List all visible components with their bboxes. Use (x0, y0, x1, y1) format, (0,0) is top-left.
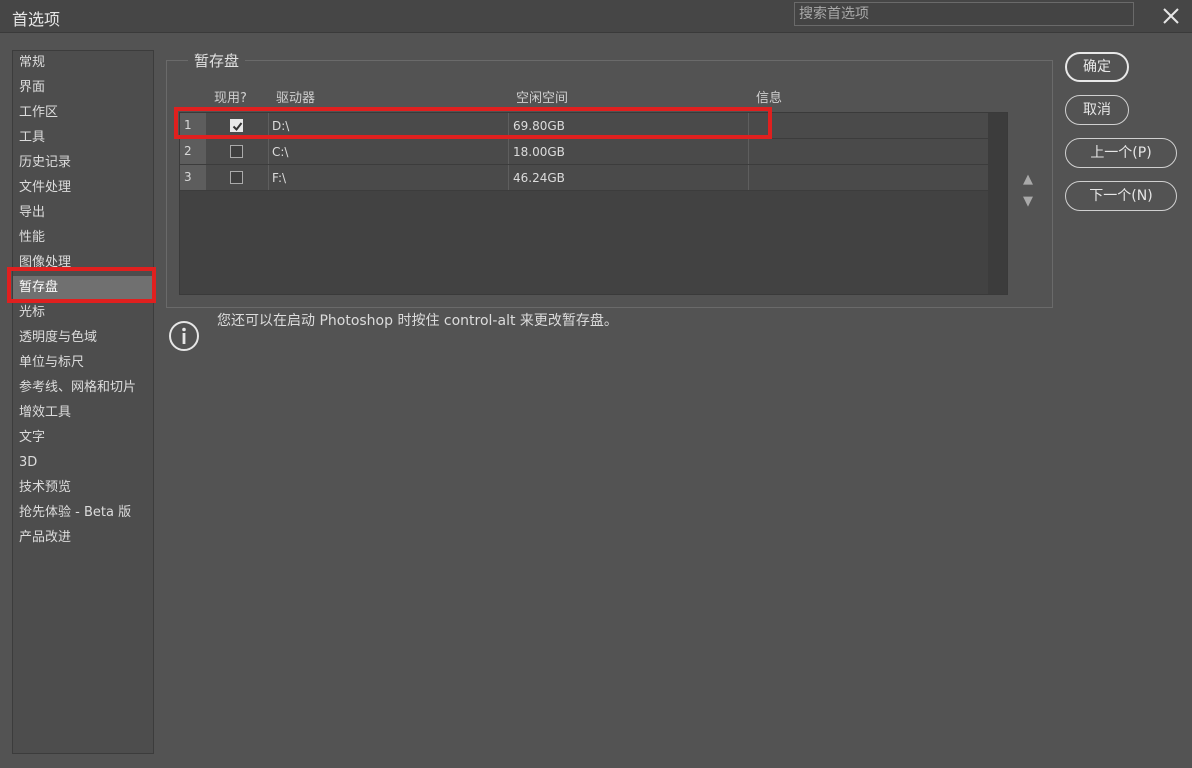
row-index: 3 (180, 165, 206, 190)
column-header-active: 现用? (214, 91, 247, 106)
sidebar-item-guides-grid[interactable]: 参考线、网格和切片 (13, 376, 153, 400)
scratch-disks-table: 1 D:\ 69.80GB 2 C:\ 18.00GB 3 F:\ 46.24G… (179, 112, 1008, 295)
sidebar-item-performance[interactable]: 性能 (13, 226, 153, 250)
drive-cell: F:\ (272, 171, 287, 185)
sidebar-item-scratch-disks[interactable]: 暂存盘 (13, 276, 153, 300)
cell-divider (268, 113, 269, 138)
column-header-drive: 驱动器 (276, 91, 316, 106)
next-button[interactable]: 下一个(N) (1065, 181, 1177, 211)
close-button[interactable] (1158, 3, 1184, 29)
free-space-cell: 69.80GB (513, 119, 565, 133)
column-header-info: 信息 (756, 91, 783, 106)
sidebar-item-general[interactable]: 常规 (13, 51, 153, 75)
row-index: 2 (180, 139, 206, 164)
cell-divider (748, 139, 749, 164)
sidebar-item-workspace[interactable]: 工作区 (13, 101, 153, 125)
active-checkbox[interactable] (230, 119, 243, 132)
sidebar-item-tech-preview[interactable]: 技术预览 (13, 476, 153, 500)
table-row[interactable]: 1 D:\ 69.80GB (180, 113, 988, 139)
free-space-cell: 46.24GB (513, 171, 565, 185)
sidebar-item-export[interactable]: 导出 (13, 201, 153, 225)
window-title: 首选项 (12, 10, 61, 29)
prev-button[interactable]: 上一个(P) (1065, 138, 1177, 168)
drive-cell: C:\ (272, 145, 289, 159)
scratch-disks-title: 暂存盘 (188, 50, 246, 71)
cell-divider (508, 113, 509, 138)
sidebar-item-image-processing[interactable]: 图像处理 (13, 251, 153, 275)
sidebar-item-beta[interactable]: 抢先体验 - Beta 版 (13, 501, 153, 525)
sidebar-item-units-rulers[interactable]: 单位与标尺 (13, 351, 153, 375)
active-checkbox[interactable] (230, 145, 243, 158)
checkmark-icon (232, 122, 243, 132)
ok-button[interactable]: 确定 (1065, 52, 1129, 82)
cell-divider (748, 165, 749, 190)
sidebar-item-plugins[interactable]: 增效工具 (13, 401, 153, 425)
drive-cell: D:\ (272, 119, 290, 133)
cell-divider (508, 165, 509, 190)
column-header-free-space: 空闲空间 (516, 91, 569, 106)
info-icon (169, 321, 199, 351)
title-bar: 首选项 (0, 0, 1192, 33)
cell-divider (268, 165, 269, 190)
sidebar-item-type[interactable]: 文字 (13, 426, 153, 450)
sidebar-item-product-improvement[interactable]: 产品改进 (13, 526, 153, 550)
info-text: 您还可以在启动 Photoshop 时按住 control-alt 来更改暂存盘… (217, 313, 618, 329)
active-checkbox[interactable] (230, 171, 243, 184)
table-scrollbar[interactable] (988, 113, 1007, 294)
sidebar-item-3d[interactable]: 3D (13, 451, 153, 475)
search-input[interactable] (794, 2, 1134, 26)
cancel-button[interactable]: 取消 (1065, 95, 1129, 125)
arrow-down-icon[interactable]: ▼ (1023, 194, 1033, 209)
table-row[interactable]: 3 F:\ 46.24GB (180, 165, 988, 191)
sidebar-item-transparency[interactable]: 透明度与色域 (13, 326, 153, 350)
sidebar-item-file-handling[interactable]: 文件处理 (13, 176, 153, 200)
free-space-cell: 18.00GB (513, 145, 565, 159)
row-index: 1 (180, 113, 206, 138)
cell-divider (268, 139, 269, 164)
sidebar-item-cursors[interactable]: 光标 (13, 301, 153, 325)
sidebar-item-history[interactable]: 历史记录 (13, 151, 153, 175)
cell-divider (508, 139, 509, 164)
table-row[interactable]: 2 C:\ 18.00GB (180, 139, 988, 165)
sidebar: 常规 界面 工作区 工具 历史记录 文件处理 导出 性能 图像处理 暂存盘 光标… (12, 50, 154, 754)
close-icon (1163, 8, 1179, 24)
sidebar-item-tools[interactable]: 工具 (13, 126, 153, 150)
sidebar-item-interface[interactable]: 界面 (13, 76, 153, 100)
arrow-up-icon[interactable]: ▲ (1023, 172, 1033, 187)
cell-divider (748, 113, 749, 138)
